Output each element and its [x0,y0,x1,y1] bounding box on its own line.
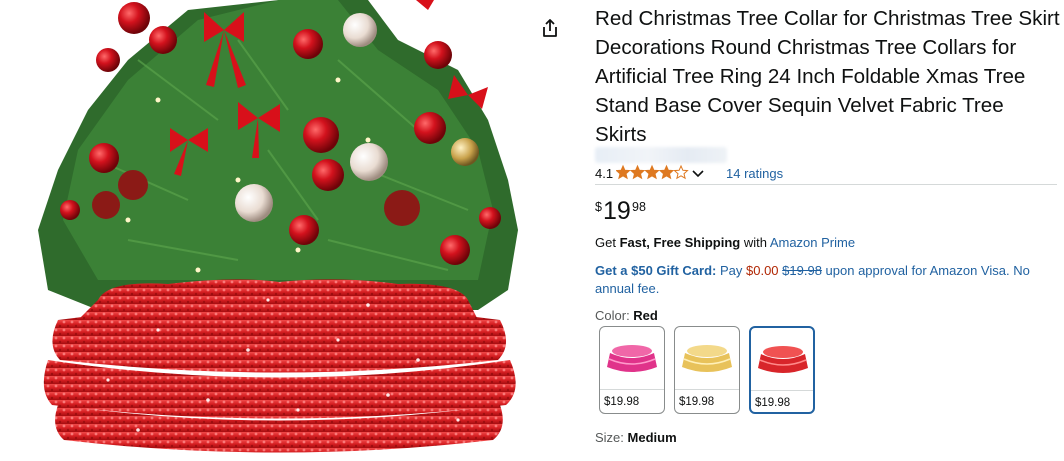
size-label-text: Size: [595,430,628,445]
color-swatch-gold[interactable]: $19.98 [674,326,740,414]
swatch-image-gold [682,345,732,372]
prime-link[interactable]: Amazon Prime [770,235,855,250]
share-icon [543,19,557,37]
swatch-price: $19.98 [679,396,715,408]
ratings-count-link[interactable]: 14 ratings [726,166,783,181]
gift-old-price: $19.98 [782,263,822,278]
color-label: Color: Red [595,308,658,323]
size-selected: Medium [627,430,677,445]
star-icon [644,164,660,180]
shipping-info: Get Fast, Free Shipping with Amazon Prim… [595,235,855,250]
price-fraction: 98 [632,200,646,214]
gift-card-offer[interactable]: Get a $50 Gift Card: Pay $0.00 $19.98 up… [595,262,1035,298]
shipping-fast: Fast, Free Shipping [619,235,741,250]
star-icon [629,164,646,180]
product-image[interactable] [38,0,520,461]
gift-pay-price: $0.00 [746,263,779,278]
shipping-mid: with [740,235,770,250]
product-title: Red Christmas Tree Collar for Christmas … [595,7,1060,146]
price-whole: 19 [603,197,631,225]
swatch-divider [675,389,739,390]
swatch-divider [600,389,664,390]
color-swatch-pink[interactable]: $19.98 [599,326,665,414]
shipping-prefix: Get [595,235,620,250]
swatch-price: $19.98 [604,396,640,408]
color-label-text: Color: [595,308,634,323]
star-icon [673,164,689,180]
gift-pay-text: Pay [716,263,746,278]
swatch-price: $19.98 [755,397,791,409]
star-icon [658,164,675,180]
star-icons [615,164,689,180]
chevron-down-icon [692,170,704,178]
share-button[interactable] [539,17,561,39]
star-icon [615,164,631,180]
color-swatch-red[interactable]: $19.98 [749,326,815,414]
brand-link-blurred[interactable] [595,147,727,163]
swatch-divider [751,390,813,391]
star-rating[interactable] [615,164,690,185]
rating-row: 4.1 14 ratings [595,164,1057,185]
rating-value: 4.1 [595,166,614,181]
gift-card-label: Get a $50 Gift Card: [595,263,717,278]
product-image-area[interactable] [0,0,525,461]
swatch-image-red [758,346,808,373]
color-selected: Red [633,308,658,323]
rating-dropdown-button[interactable] [692,167,704,182]
price-symbol: $ [595,200,602,214]
size-label: Size: Medium [595,430,677,445]
swatch-image-pink [607,345,657,372]
